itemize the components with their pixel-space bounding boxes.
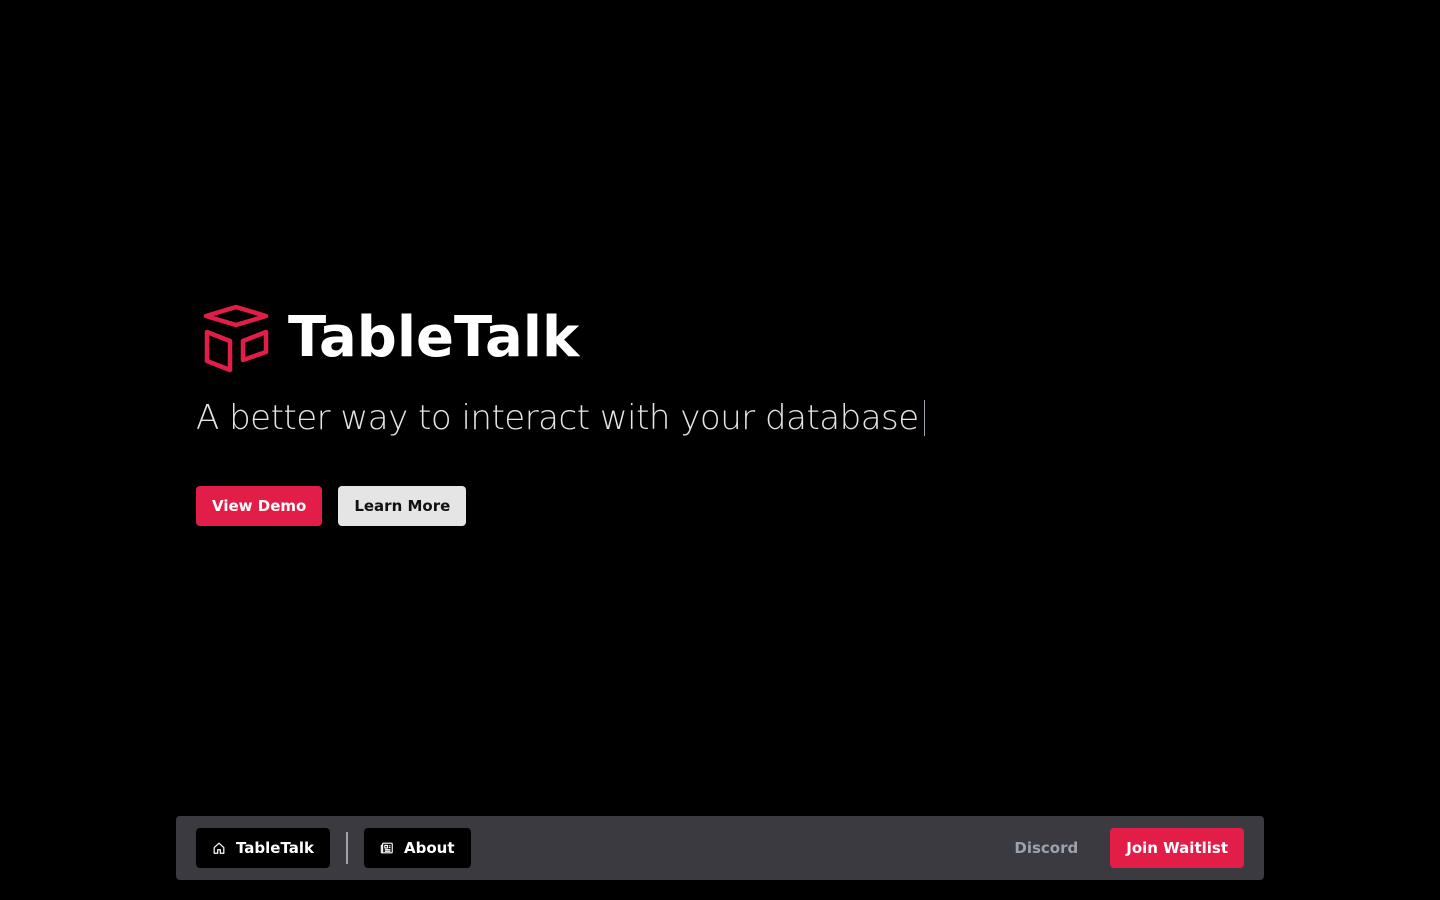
view-demo-button[interactable]: View Demo [196,486,323,526]
discord-link[interactable]: Discord [1014,839,1078,857]
home-icon [213,842,225,854]
nav-about-button[interactable]: About [364,828,471,868]
nav-home-button[interactable]: TableTalk [196,828,331,868]
bottom-navbar: TableTalk About Discord Join Waitlist [176,816,1264,880]
nav-home-label: TableTalk [236,839,315,857]
newspaper-icon [380,842,393,854]
hero-section: TableTalk A better way to interact with … [196,300,1096,526]
tagline-row: A better way to interact with your datab… [196,394,1096,442]
brand-header: TableTalk [196,300,1096,376]
hero-tagline: A better way to interact with your datab… [196,398,919,438]
join-waitlist-button[interactable]: Join Waitlist [1110,828,1244,868]
hero-actions: View Demo Learn More [196,486,1096,526]
nav-about-label: About [404,839,455,857]
learn-more-button[interactable]: Learn More [338,486,467,526]
cube-icon [203,304,269,373]
landing-page: TableTalk A better way to interact with … [0,0,1440,900]
nav-divider [346,832,349,864]
brand-title: TableTalk [288,305,580,370]
typing-caret [923,400,925,436]
